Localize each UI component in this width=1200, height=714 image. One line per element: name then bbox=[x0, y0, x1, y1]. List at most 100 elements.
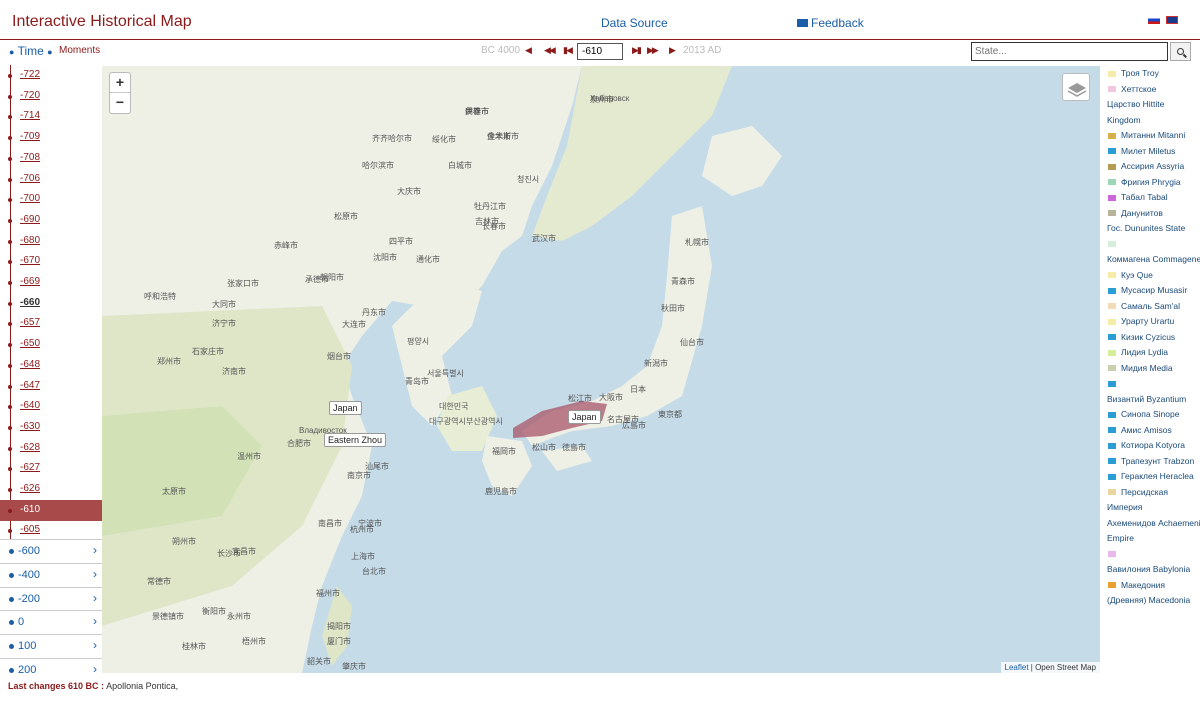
timeline-century[interactable]: -200 › bbox=[0, 586, 102, 610]
legend-item[interactable]: Табал Tabal bbox=[1101, 190, 1200, 206]
fast-forward-icon[interactable]: ▶▶ bbox=[647, 45, 659, 56]
timeline-century[interactable]: 200 › bbox=[0, 658, 102, 675]
legend-item[interactable]: Византий Byzantium bbox=[1101, 392, 1200, 408]
legend-item[interactable]: Данунитов bbox=[1101, 206, 1200, 222]
map-canvas[interactable] bbox=[102, 66, 1100, 673]
legend-item[interactable]: Ахеменидов Achaemenid bbox=[1101, 516, 1200, 532]
step-back-icon[interactable]: ◀ bbox=[525, 45, 532, 56]
legend-item[interactable]: Урарту Urartu bbox=[1101, 314, 1200, 330]
tab-moments[interactable]: Moments bbox=[59, 45, 100, 56]
legend-item[interactable]: Империя bbox=[1101, 500, 1200, 516]
city-label: 東京都 bbox=[658, 410, 682, 419]
timeline-year[interactable]: -657 bbox=[0, 313, 102, 334]
map-label[interactable]: Japan bbox=[329, 401, 362, 415]
legend-item[interactable]: Коммагена Commagene bbox=[1101, 252, 1200, 268]
year-input[interactable] bbox=[577, 43, 623, 60]
legend-item[interactable]: Македония bbox=[1101, 578, 1200, 594]
timeline-year[interactable]: -647 bbox=[0, 376, 102, 397]
timeline-year[interactable]: -680 bbox=[0, 231, 102, 252]
search-button[interactable] bbox=[1170, 42, 1191, 61]
timeline-century[interactable]: -600 › bbox=[0, 539, 102, 562]
legend-item[interactable]: Троя Troy bbox=[1101, 66, 1200, 82]
legend-item[interactable] bbox=[1101, 376, 1200, 392]
legend-item[interactable]: Мидия Media bbox=[1101, 361, 1200, 377]
legend-label: Царство Hittite bbox=[1107, 99, 1165, 109]
timeline-year[interactable]: -626 bbox=[0, 479, 102, 500]
timeline-dot bbox=[8, 177, 12, 182]
legend-item[interactable]: Мусасир Musasir bbox=[1101, 283, 1200, 299]
zoom-control: + − bbox=[109, 72, 131, 114]
legend-item[interactable]: Милет Miletus bbox=[1101, 144, 1200, 160]
legend-item[interactable]: Самаль Sam'al bbox=[1101, 299, 1200, 315]
app-title[interactable]: Interactive Historical Map bbox=[12, 13, 192, 31]
legend-item[interactable]: Фригия Phrygia bbox=[1101, 175, 1200, 191]
city-label: 평양시 bbox=[407, 337, 430, 346]
map-label[interactable]: Japan bbox=[568, 410, 601, 424]
timeline-year[interactable]: -669 bbox=[0, 272, 102, 293]
legend-item[interactable] bbox=[1101, 237, 1200, 253]
century-label: 0 bbox=[18, 616, 25, 629]
legend-item[interactable]: Трапезунт Trabzon bbox=[1101, 454, 1200, 470]
legend-item[interactable]: Царство Hittite bbox=[1101, 97, 1200, 113]
legend-item[interactable]: Лидия Lydia bbox=[1101, 345, 1200, 361]
timeline-century[interactable]: -400 › bbox=[0, 562, 102, 586]
zoom-out-button[interactable]: − bbox=[110, 93, 130, 113]
timeline-year[interactable]: -714 bbox=[0, 106, 102, 127]
legend-swatch bbox=[1108, 551, 1116, 558]
fast-back-icon[interactable]: ◀◀ bbox=[544, 45, 556, 56]
legend-item[interactable]: Куэ Que bbox=[1101, 268, 1200, 284]
century-dot bbox=[9, 572, 14, 578]
timeline-year[interactable]: -630 bbox=[0, 417, 102, 438]
state-search-input[interactable] bbox=[971, 42, 1168, 61]
legend-item[interactable]: Хеттское bbox=[1101, 82, 1200, 98]
legend-item[interactable]: Персидская bbox=[1101, 485, 1200, 501]
timeline-century[interactable]: 0 › bbox=[0, 610, 102, 633]
legend-label: Урарту Urartu bbox=[1121, 316, 1175, 326]
legend-item[interactable]: Кизик Cyzicus bbox=[1101, 330, 1200, 346]
timeline-year[interactable]: -660 bbox=[0, 293, 102, 314]
legend-item[interactable]: Котиора Kotyora bbox=[1101, 438, 1200, 454]
leaflet-link[interactable]: Leaflet bbox=[1005, 663, 1029, 672]
map[interactable]: + − Japan Eastern Zhou Japan Хабаровск 伊春… bbox=[102, 66, 1100, 673]
legend-item[interactable]: Синопа Sinope bbox=[1101, 407, 1200, 423]
legend-item[interactable]: Гераклея Heraclea bbox=[1101, 469, 1200, 485]
timeline-year[interactable]: -670 bbox=[0, 251, 102, 272]
legend-item[interactable]: Empire bbox=[1101, 531, 1200, 547]
skip-forward-icon[interactable]: ▶▮ bbox=[632, 45, 642, 56]
timeline-year[interactable]: -648 bbox=[0, 355, 102, 376]
timeline-year[interactable]: -706 bbox=[0, 169, 102, 190]
legend-item[interactable]: Амис Amisos bbox=[1101, 423, 1200, 439]
timeline-year[interactable]: -650 bbox=[0, 334, 102, 355]
flag-ru-icon[interactable] bbox=[1148, 16, 1160, 24]
legend-item[interactable]: Вавилония Babylonia bbox=[1101, 562, 1200, 578]
timeline-year[interactable]: -690 bbox=[0, 210, 102, 231]
zoom-in-button[interactable]: + bbox=[110, 73, 130, 93]
feedback-link[interactable]: Feedback bbox=[797, 16, 864, 30]
timeline-year[interactable]: -709 bbox=[0, 127, 102, 148]
flag-gb-icon[interactable] bbox=[1166, 16, 1178, 24]
legend-item[interactable]: Митанни Mitanni bbox=[1101, 128, 1200, 144]
step-forward-icon[interactable]: ▶ bbox=[669, 45, 676, 56]
timeline-year[interactable]: -708 bbox=[0, 148, 102, 169]
layers-button[interactable] bbox=[1062, 73, 1090, 101]
city-label: 哈尔滨市 bbox=[362, 161, 394, 170]
timeline-century[interactable]: 100 › bbox=[0, 634, 102, 657]
timeline-year[interactable]: -640 bbox=[0, 396, 102, 417]
tab-time[interactable]: ● Time ● bbox=[9, 44, 53, 58]
legend-item[interactable] bbox=[1101, 547, 1200, 563]
timeline-year[interactable]: -700 bbox=[0, 189, 102, 210]
legend-item[interactable]: (Древняя) Macedonia bbox=[1101, 593, 1200, 609]
city-label: 白城市 bbox=[448, 161, 472, 170]
legend-item[interactable]: Гос. Dununites State bbox=[1101, 221, 1200, 237]
legend-item[interactable]: Ассирия Assyria bbox=[1101, 159, 1200, 175]
legend-item[interactable]: Kingdom bbox=[1101, 113, 1200, 129]
skip-back-icon[interactable]: ▮◀ bbox=[563, 45, 573, 56]
timeline-year[interactable]: -627 bbox=[0, 458, 102, 479]
timeline-year[interactable]: -722 bbox=[0, 65, 102, 86]
timeline-year[interactable]: -628 bbox=[0, 438, 102, 459]
last-changes-text[interactable]: Apollonia Pontica, bbox=[106, 681, 178, 691]
timeline-year[interactable]: -720 bbox=[0, 86, 102, 107]
timeline-year[interactable]: -610 bbox=[0, 499, 102, 521]
data-source-link[interactable]: Data Source bbox=[601, 16, 668, 30]
map-label[interactable]: Eastern Zhou bbox=[324, 433, 387, 447]
